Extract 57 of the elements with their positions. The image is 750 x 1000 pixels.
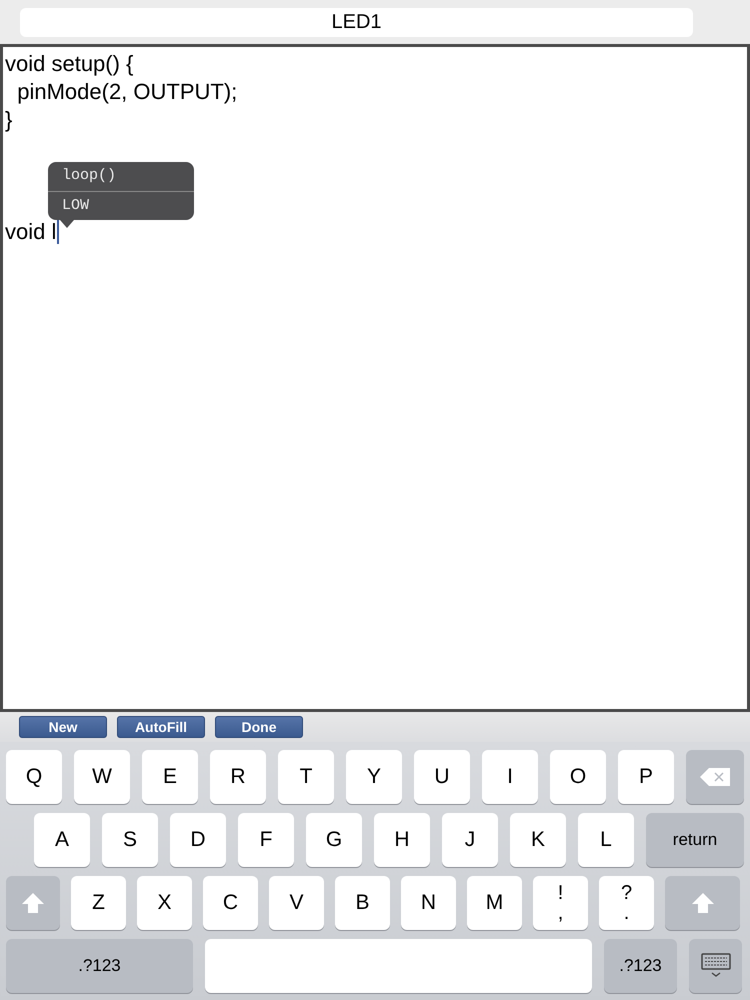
key[interactable]: R	[210, 750, 266, 804]
key[interactable]: K	[510, 813, 566, 867]
shift-key[interactable]	[6, 876, 60, 930]
key[interactable]: L	[578, 813, 634, 867]
shift-arrow-icon	[692, 893, 714, 913]
key[interactable]: U	[414, 750, 470, 804]
toolbar-button[interactable]: AutoFill	[117, 716, 205, 738]
shift-arrow-icon	[22, 893, 44, 913]
key[interactable]: E	[142, 750, 198, 804]
key[interactable]: P	[618, 750, 674, 804]
suggestion-item[interactable]: LOW	[48, 191, 194, 220]
code-editor[interactable]: void setup() { pinMode(2, OUTPUT); } void l loop() LOW	[0, 44, 750, 712]
key[interactable]: G	[306, 813, 362, 867]
key[interactable]: X	[137, 876, 192, 930]
key[interactable]: D	[170, 813, 226, 867]
key[interactable]: V	[269, 876, 324, 930]
title-field[interactable]: LED1	[20, 8, 693, 36]
text-cursor	[57, 220, 60, 244]
key[interactable]: Y	[346, 750, 402, 804]
key[interactable]: ? .	[599, 876, 654, 930]
key[interactable]: Q	[6, 750, 62, 804]
key-upper-symbol: !	[558, 883, 564, 903]
toolbar-button[interactable]: Done	[215, 716, 303, 738]
key-lower-symbol: ,	[558, 903, 564, 923]
code-line: void setup() {	[5, 50, 134, 78]
key[interactable]: S	[102, 813, 158, 867]
key[interactable]: ! ,	[533, 876, 588, 930]
space-key[interactable]	[205, 939, 592, 993]
key[interactable]: N	[401, 876, 456, 930]
toolbar-button[interactable]: New	[19, 716, 107, 738]
code-line: void l	[5, 218, 56, 246]
key[interactable]: O	[550, 750, 606, 804]
backspace-icon	[700, 768, 730, 786]
shift-key[interactable]	[665, 876, 740, 930]
backspace-key[interactable]	[686, 750, 744, 804]
key-lower-symbol: .	[624, 903, 630, 923]
key[interactable]: T	[278, 750, 334, 804]
return-key[interactable]: return	[646, 813, 744, 867]
key[interactable]: F	[238, 813, 294, 867]
code-line: pinMode(2, OUTPUT);	[16, 78, 238, 106]
key[interactable]: J	[442, 813, 498, 867]
key[interactable]: H	[374, 813, 430, 867]
key-upper-symbol: ?	[620, 883, 632, 903]
suggestion-item[interactable]: loop()	[48, 162, 194, 191]
code-line: }	[5, 106, 12, 134]
key[interactable]: C	[203, 876, 258, 930]
hide-keyboard-key[interactable]	[689, 939, 742, 993]
key[interactable]: M	[467, 876, 522, 930]
numbers-key[interactable]: .?123	[604, 939, 677, 993]
key[interactable]: Z	[71, 876, 126, 930]
popup-pointer-icon	[60, 220, 74, 228]
key[interactable]: W	[74, 750, 130, 804]
key[interactable]: I	[482, 750, 538, 804]
key[interactable]: B	[335, 876, 390, 930]
key[interactable]: A	[34, 813, 90, 867]
numbers-key[interactable]: .?123	[6, 939, 193, 993]
keyboard-hide-icon	[700, 953, 730, 979]
